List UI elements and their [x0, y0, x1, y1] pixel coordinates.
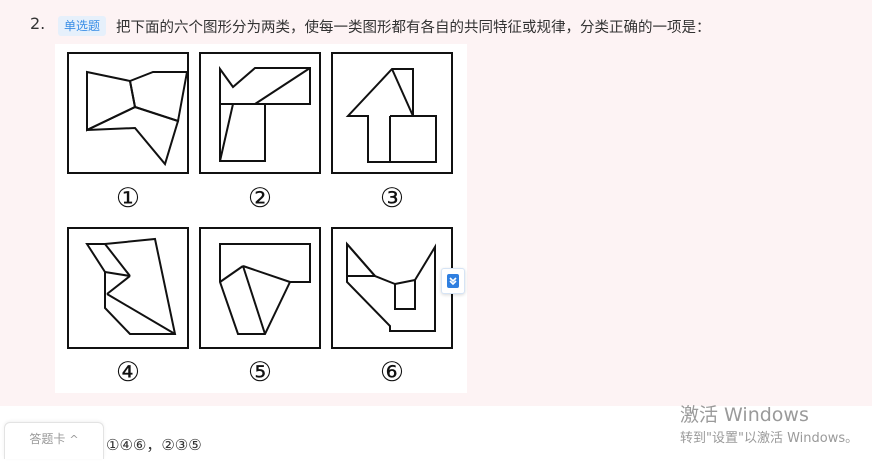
figure-5 — [199, 227, 321, 349]
figure-label-5: ⑤ — [248, 357, 272, 388]
figure-label-4: ④ — [116, 357, 140, 388]
figure-6 — [331, 227, 453, 349]
question-number: 2. — [30, 14, 46, 33]
figure-2 — [199, 52, 321, 174]
figure-label-6: ⑥ — [380, 357, 404, 388]
figure-label-2: ② — [248, 183, 272, 214]
chevron-up-icon: ^ — [69, 433, 79, 446]
figure-3 — [331, 52, 453, 174]
figure-panel: ① ② ③ ④ ⑤ ⑥ — [55, 44, 467, 393]
figure-label-1: ① — [116, 183, 140, 214]
answer-card-label: 答题卡 — [29, 432, 66, 446]
figure-image: ① ② ③ ④ ⑤ ⑥ — [67, 52, 453, 388]
activation-watermark-title: 激活 Windows — [680, 404, 809, 426]
answer-card-tab[interactable]: 答题卡 ^ — [4, 422, 104, 459]
question-stem: 把下面的六个图形分为两类，使每一类图形都有各自的共同特征或规律，分类正确的一项是… — [116, 20, 711, 36]
bookmark-download-icon — [447, 274, 459, 288]
figure-4 — [67, 227, 189, 349]
figure-1 — [67, 52, 189, 174]
answer-text: ①④⑥，②③⑤ — [106, 436, 202, 454]
side-tool-button[interactable] — [441, 268, 465, 294]
question-type-badge: 单选题 — [58, 16, 107, 36]
figure-label-3: ③ — [380, 183, 404, 214]
activation-watermark-subtitle: 转到"设置"以激活 Windows。 — [680, 431, 859, 446]
